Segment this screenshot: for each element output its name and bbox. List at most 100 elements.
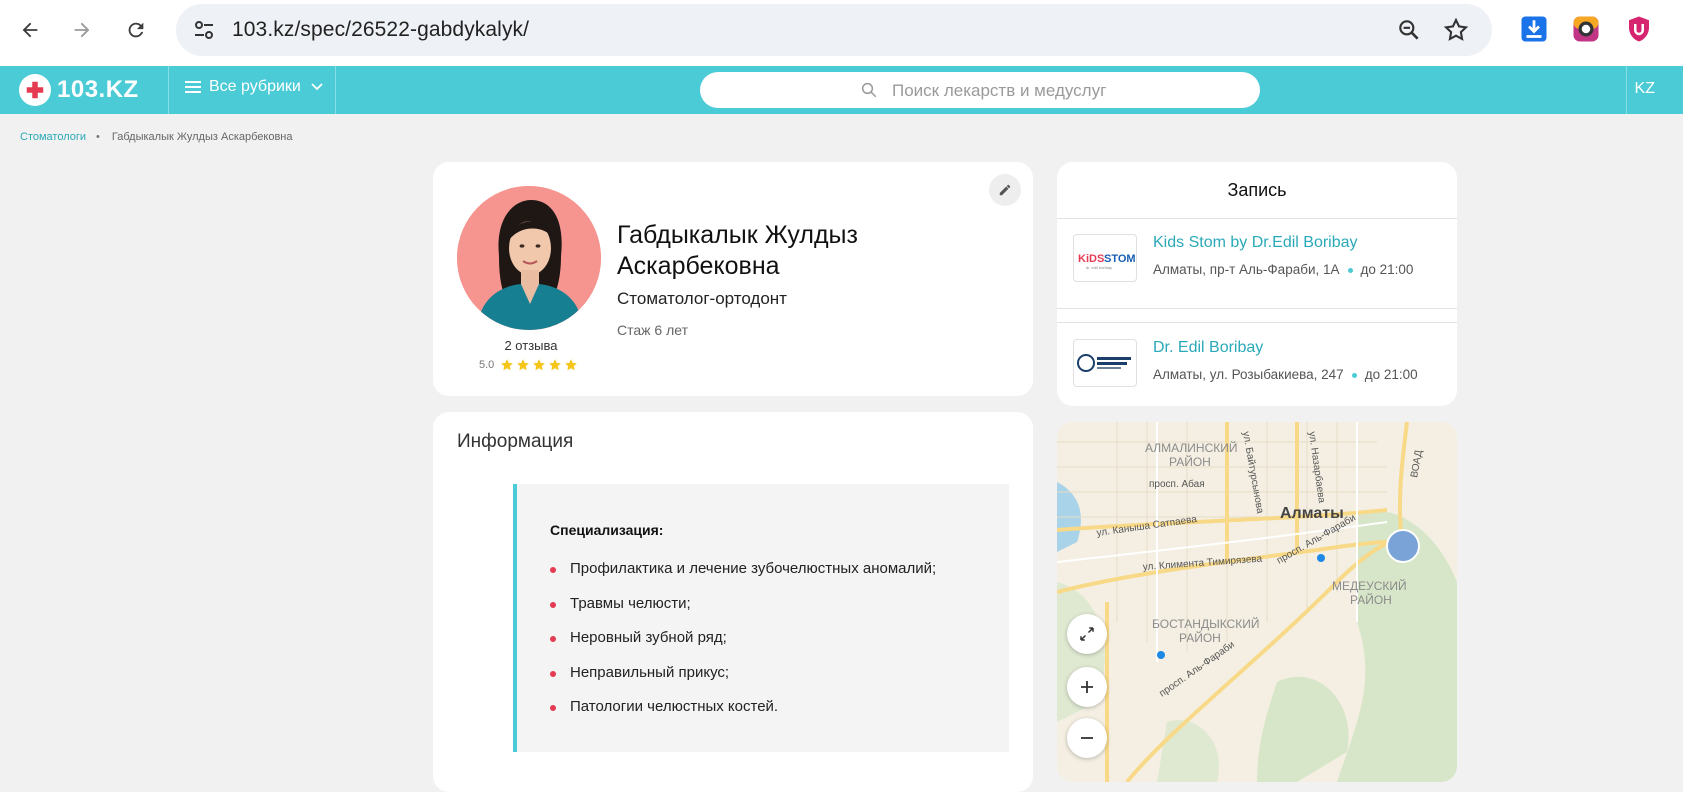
- map[interactable]: АЛМАЛИНСКИЙ РАЙОН МЕДЕУСКИЙ РАЙОН БОСТАН…: [1057, 422, 1457, 782]
- star-icon: [533, 359, 546, 371]
- clinic-item[interactable]: KiDS STOM dr. edil boribay Kids Stom by Dr…: [1073, 234, 1443, 294]
- rating: 5.0: [479, 358, 580, 372]
- map-marker[interactable]: [1157, 651, 1165, 659]
- map-label: РАЙОН: [1179, 630, 1221, 645]
- url-text[interactable]: 103.kz/spec/26522-gabdykalyk/: [232, 18, 529, 42]
- clinic-address-text: Алматы, ул. Розыбакиева, 247: [1153, 367, 1344, 382]
- divider: [1057, 218, 1457, 219]
- divider: [1057, 322, 1457, 323]
- breadcrumb-separator: •: [96, 131, 100, 143]
- chevron-down-icon: [311, 83, 323, 91]
- divider: [1057, 308, 1457, 309]
- list-item: Патологии челюстных костей.: [550, 698, 936, 733]
- map-marker[interactable]: [1317, 554, 1325, 562]
- header-divider: [1626, 66, 1627, 114]
- clinic-hours: до 21:00: [1360, 262, 1414, 277]
- doctor-experience: Стаж 6 лет: [617, 322, 688, 338]
- zoom-icon[interactable]: [1396, 17, 1422, 43]
- doctor-avatar: [457, 186, 601, 330]
- search-input[interactable]: Поиск лекарств и медуслуг: [700, 72, 1260, 108]
- forward-arrow-icon: [74, 22, 90, 38]
- separator-dot: [1351, 372, 1357, 378]
- doctor-name: Габдыкалык Жулдыз Аскарбековна: [617, 221, 858, 280]
- breadcrumb-link[interactable]: Стоматологи: [20, 131, 86, 143]
- reload-button[interactable]: [120, 14, 152, 46]
- map-fullscreen-button[interactable]: [1067, 614, 1107, 654]
- download-icon[interactable]: [1519, 14, 1549, 44]
- info-card: Информация Специализация: Профилактика и…: [433, 412, 1033, 792]
- breadcrumb: Стоматологи • Габдыкалык Жулдыз Аскарбек…: [20, 131, 293, 143]
- clinic-address-text: Алматы, пр-т Аль-Фараби, 1А: [1153, 262, 1340, 277]
- svg-text:STOM: STOM: [1104, 253, 1136, 265]
- booking-title: Запись: [1227, 180, 1287, 200]
- reload-icon: [128, 22, 144, 38]
- booking-card: Запись KiDS STOM dr. edil boribay Kids Sto…: [1057, 162, 1457, 406]
- breadcrumb-current: Габдыкалык Жулдыз Аскарбековна: [111, 131, 293, 143]
- clinic-name[interactable]: Dr. Edil Boribay: [1153, 339, 1263, 357]
- map-label: просп. Абая: [1149, 478, 1205, 490]
- list-item: Неправильный прикус;: [550, 664, 936, 699]
- list-item: Профилактика и лечение зубочелюстных ано…: [550, 560, 936, 595]
- star-icon: [501, 359, 514, 371]
- clinic-item[interactable]: Dr. Edil Boribay Алматы, ул. Розыбакиева…: [1073, 339, 1443, 399]
- specialization-heading: Специализация:: [550, 522, 664, 538]
- clinic-logo: [1073, 339, 1137, 387]
- map-label: БОСТАНДЫКСКИЙ: [1152, 616, 1259, 631]
- map-zoom-in-button[interactable]: [1067, 667, 1107, 707]
- minus-icon: [1081, 737, 1093, 739]
- camera-extension-icon[interactable]: [1571, 14, 1601, 44]
- svg-text:dr. edil boribay: dr. edil boribay: [1086, 265, 1112, 270]
- star-icon: [549, 359, 562, 371]
- header-divider: [335, 66, 336, 114]
- clinic-logo: KiDS STOM dr. edil boribay: [1073, 234, 1137, 282]
- language-switch[interactable]: KZ: [1635, 80, 1655, 98]
- separator-dot: [1347, 267, 1353, 273]
- map-label: РАЙОН: [1350, 592, 1392, 607]
- browser-toolbar: 103.kz/spec/26522-gabdykalyk/: [0, 0, 1683, 66]
- map-canvas[interactable]: АЛМАЛИНСКИЙ РАЙОН МЕДЕУСКИЙ РАЙОН БОСТАН…: [1057, 422, 1457, 782]
- pencil-icon: [999, 184, 1011, 196]
- clinic-hours: до 21:00: [1364, 367, 1418, 382]
- map-label: АЛМАЛИНСКИЙ: [1145, 440, 1237, 455]
- reviews-count[interactable]: 2 отзыва: [481, 338, 581, 353]
- site-header: 103.KZ Все рубрики Поиск лекарств и меду…: [0, 66, 1683, 114]
- doctor-specialty: Стоматолог-ортодонт: [617, 289, 787, 308]
- svg-text:KiDS: KiDS: [1078, 253, 1104, 265]
- menu-icon: [185, 81, 201, 93]
- edit-button[interactable]: [989, 174, 1021, 206]
- medical-cross-icon: [19, 74, 51, 106]
- map-label: РАЙОН: [1169, 454, 1211, 469]
- star-icon: [517, 359, 530, 371]
- list-item: Неровный зубной ряд;: [550, 629, 936, 664]
- header-divider: [168, 66, 169, 114]
- map-city-label: Алматы: [1280, 505, 1344, 522]
- clinic-name[interactable]: Kids Stom by Dr.Edil Boribay: [1153, 234, 1358, 252]
- shield-extension-icon[interactable]: [1624, 14, 1654, 44]
- specialization-block: Специализация: Профилактика и лечение зу…: [513, 484, 1009, 752]
- doctor-profile-card: 2 отзыва 5.0 Габдыкалык Жулдыз Аскарбеко…: [433, 162, 1033, 396]
- bookmark-star-icon[interactable]: [1442, 16, 1470, 44]
- site-logo[interactable]: 103.KZ: [19, 74, 139, 106]
- info-title: Информация: [457, 431, 574, 452]
- star-icon: [565, 359, 578, 371]
- site-settings-icon[interactable]: [192, 18, 216, 42]
- address-bar[interactable]: 103.kz/spec/26522-gabdykalyk/: [176, 4, 1492, 56]
- rating-value: 5.0: [479, 359, 495, 371]
- map-location-marker[interactable]: [1386, 529, 1420, 563]
- expand-icon: [1080, 627, 1094, 641]
- plus-icon: [1081, 681, 1093, 693]
- clinic-address: Алматы, пр-т Аль-Фараби, 1А до 21:00: [1153, 262, 1413, 277]
- map-zoom-out-button[interactable]: [1067, 718, 1107, 758]
- clinic-address: Алматы, ул. Розыбакиева, 247 до 21:00: [1153, 367, 1418, 382]
- rubrics-label: Все рубрики: [209, 78, 301, 95]
- list-item: Травмы челюсти;: [550, 595, 936, 630]
- map-label: МЕДЕУСКИЙ: [1332, 578, 1407, 593]
- back-arrow-icon: [22, 22, 38, 38]
- specialization-list: Профилактика и лечение зубочелюстных ано…: [550, 560, 936, 733]
- search-icon: [861, 82, 877, 98]
- all-rubrics-dropdown[interactable]: Все рубрики: [185, 78, 323, 96]
- forward-button[interactable]: [66, 14, 98, 46]
- search-placeholder: Поиск лекарств и медуслуг: [892, 81, 1107, 100]
- logo-text: 103.KZ: [57, 76, 139, 103]
- back-button[interactable]: [14, 14, 46, 46]
